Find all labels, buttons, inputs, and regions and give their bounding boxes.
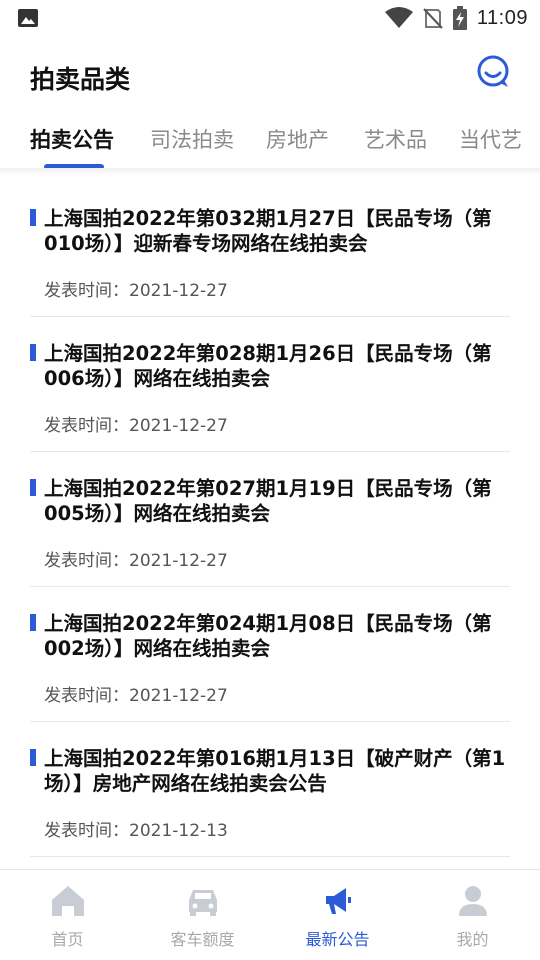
item-title: 上海国拍2022年第028期1月26日【民品专场（第006场）】网络在线拍卖会	[44, 342, 492, 390]
item-title: 上海国拍2022年第032期1月27日【民品专场（第010场）】迎新春专场网络在…	[44, 207, 492, 255]
status-bar: 11:09	[0, 0, 540, 36]
date-value: 2021-12-27	[129, 551, 228, 571]
nav-car-quota[interactable]: 客车额度	[135, 870, 270, 960]
date-value: 2021-12-27	[129, 281, 228, 301]
item-title: 上海国拍2022年第027期1月19日【民品专场（第005场）】网络在线拍卖会	[44, 477, 492, 525]
home-icon	[51, 886, 84, 916]
nav-mine[interactable]: 我的	[405, 870, 540, 960]
header: 拍卖品类	[0, 50, 540, 106]
list-item[interactable]: 上海国拍2022年第024期1月08日【民品专场（第002场）】网络在线拍卖会 …	[30, 587, 510, 722]
item-title: 上海国拍2022年第024期1月08日【民品专场（第002场）】网络在线拍卖会	[44, 612, 492, 660]
nav-car-quota-label: 客车额度	[170, 930, 235, 949]
list-item[interactable]: 上海国拍2022年第028期1月26日【民品专场（第006场）】网络在线拍卖会 …	[30, 317, 510, 452]
date-label: 发表时间：	[44, 686, 129, 706]
wifi-icon	[384, 7, 413, 28]
battery-charging-icon	[452, 6, 467, 30]
date-value: 2021-12-27	[129, 416, 228, 436]
nav-home-label: 首页	[51, 930, 84, 949]
item-accent-bar	[30, 479, 36, 496]
list-item[interactable]: 上海国拍2022年第016期1月13日【破产财产（第1场）】房地产网络在线拍卖会…	[30, 722, 510, 857]
item-date-row: 发表时间：2021-12-27	[44, 681, 228, 706]
date-value: 2021-12-27	[129, 686, 228, 706]
date-label: 发表时间：	[44, 821, 129, 841]
bottom-nav: 首页 客车额度 最新公告 我的	[0, 869, 540, 960]
item-date-row: 发表时间：2021-12-13	[44, 816, 228, 841]
tab-artwork[interactable]: 艺术品	[364, 124, 427, 154]
tab-judicial-auction[interactable]: 司法拍卖	[150, 124, 234, 154]
tab-auction-notice[interactable]: 拍卖公告	[30, 124, 114, 154]
image-notification-icon	[18, 9, 38, 27]
tabs-divider	[0, 168, 540, 176]
item-title: 上海国拍2022年第016期1月13日【破产财产（第1场）】房地产网络在线拍卖会…	[44, 747, 506, 795]
date-label: 发表时间：	[44, 416, 129, 436]
list-item[interactable]: 上海国拍2022年第027期1月19日【民品专场（第005场）】网络在线拍卖会 …	[30, 452, 510, 587]
car-icon	[188, 890, 217, 916]
tab-real-estate[interactable]: 房地产	[266, 124, 329, 154]
item-accent-bar	[30, 614, 36, 631]
item-accent-bar	[30, 749, 36, 766]
item-accent-bar	[30, 344, 36, 361]
nav-mine-label: 我的	[456, 930, 489, 949]
item-date-row: 发表时间：2021-12-27	[44, 276, 228, 301]
date-label: 发表时间：	[44, 551, 129, 571]
nav-latest-notice-label: 最新公告	[305, 930, 370, 949]
category-tabs: 拍卖公告 司法拍卖 房地产 艺术品 当代艺	[0, 120, 540, 174]
user-icon	[458, 886, 487, 916]
list-item[interactable]: 上海国拍2022年第032期1月27日【民品专场（第010场）】迎新春专场网络在…	[30, 182, 510, 317]
customer-service-icon[interactable]	[474, 52, 512, 90]
item-date-row: 发表时间：2021-12-27	[44, 411, 228, 436]
nav-home[interactable]: 首页	[0, 870, 135, 960]
status-icons: 11:09	[384, 6, 528, 30]
item-accent-bar	[30, 209, 36, 226]
tab-contemporary-art[interactable]: 当代艺	[459, 124, 522, 154]
date-value: 2021-12-13	[129, 821, 228, 841]
date-label: 发表时间：	[44, 281, 129, 301]
status-time: 11:09	[476, 6, 528, 29]
item-date-row: 发表时间：2021-12-27	[44, 546, 228, 571]
megaphone-icon	[325, 888, 351, 914]
page-title: 拍卖品类	[30, 65, 131, 94]
nav-latest-notice[interactable]: 最新公告	[270, 870, 405, 960]
announcement-list: 上海国拍2022年第032期1月27日【民品专场（第010场）】迎新春专场网络在…	[0, 182, 540, 857]
no-signal-icon	[423, 8, 443, 29]
